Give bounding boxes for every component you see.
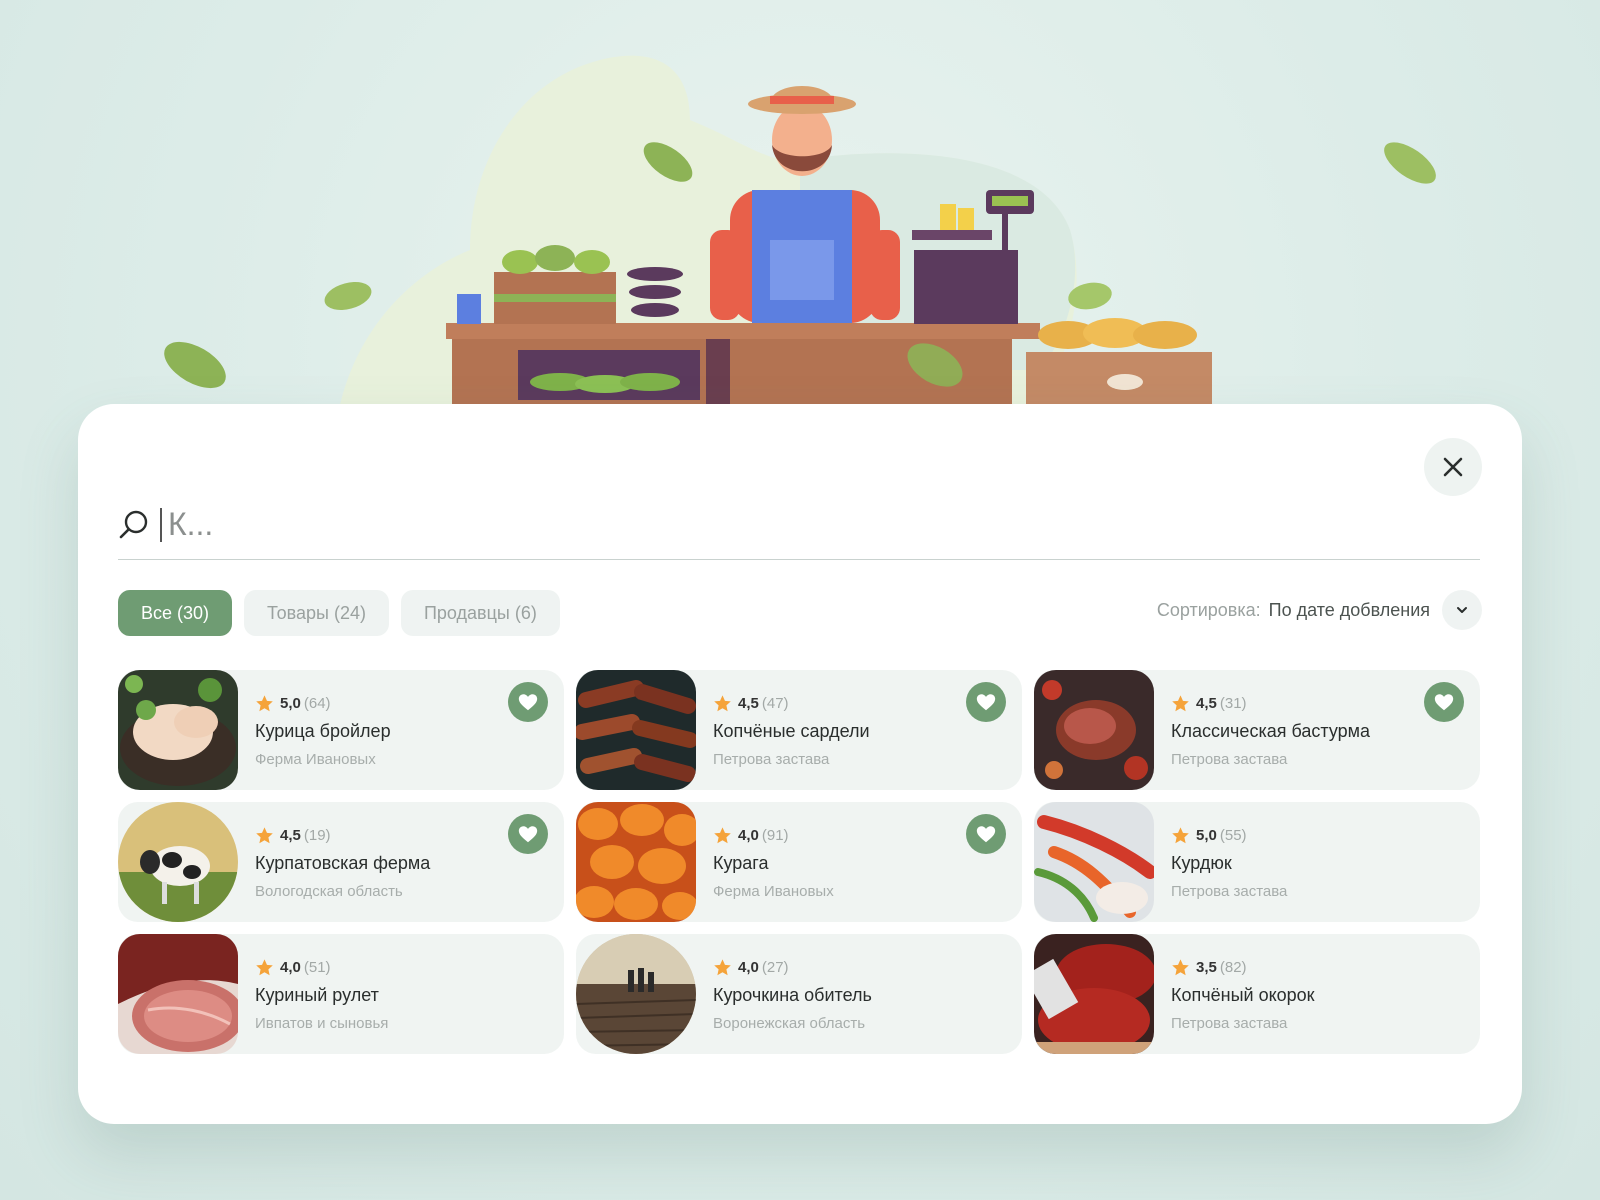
filter-tabs: Все (30) Товары (24) Продавцы (6) [118,590,560,636]
star-icon [256,694,273,711]
rating-count: (55) [1219,826,1247,844]
rating-score: 5,0 [1196,826,1217,844]
chevron-down-icon [1457,607,1467,613]
card-title: Курдюк [1171,853,1232,873]
favorite-button[interactable] [966,682,1006,722]
tab-products[interactable]: Товары (24) [244,590,389,636]
rating-score: 3,5 [1196,958,1217,976]
search-icon [119,510,148,538]
field-farmers-image [576,934,696,1054]
card-subtitle: Вологодская область [255,883,403,900]
star-icon [714,694,731,711]
sort-label: Сортировка: [1156,599,1261,620]
card-subtitle: Петрова застава [713,751,830,768]
card-title: Куриный рулет [255,985,379,1005]
market-seller-illustration [164,55,1436,410]
star-icon [256,958,273,975]
star-icon [714,826,731,843]
result-card[interactable]: 4,0 (51) Куриный рулет Ивпатов и сыновья [118,934,564,1054]
tab-sellers[interactable]: Продавцы (6) [400,590,560,636]
rating-score: 4,0 [280,958,301,976]
rating-score: 4,0 [738,826,759,844]
apricots-image [576,802,696,922]
ham-roll-image [118,934,238,1054]
heart-icon [1434,694,1454,711]
rating-count: (47) [761,694,789,712]
chicken-image [118,670,238,790]
favorite-button[interactable] [508,814,548,854]
rating-count: (27) [761,958,789,976]
cow-image [118,802,238,922]
result-card[interactable]: 4,0 (27) Курочкина обитель Воронежская о… [576,934,1022,1054]
text-cursor [160,507,162,542]
result-card[interactable]: 4,5 (47) Копчёные сардели Петрова застав… [576,670,1022,790]
card-title: Курочкина обитель [713,985,872,1005]
rating-score: 5,0 [280,694,301,712]
card-title: Копчёный окорок [1171,985,1315,1005]
peppers-fat-image [1034,802,1154,922]
raw-meat-image [1034,934,1154,1054]
card-subtitle: Петрова застава [1171,1015,1288,1032]
card-subtitle: Ферма Ивановых [255,751,376,768]
sort-dropdown-button[interactable] [1442,590,1482,630]
card-subtitle: Воронежская область [713,1015,866,1032]
search-modal: Все (30) Товары (24) Продавцы (6) Сортир… [78,404,1522,1124]
search-input[interactable] [168,506,1480,543]
rating-score: 4,5 [1196,694,1217,712]
basturma-image [1034,670,1154,790]
rating-count: (64) [303,694,331,712]
close-icon [1443,457,1463,477]
card-subtitle: Ивпатов и сыновья [255,1015,389,1032]
star-icon [256,826,273,843]
result-card[interactable]: 4,0 (91) Курага Ферма Ивановых [576,802,1022,922]
heart-icon [518,694,538,711]
sort-value[interactable]: По дате добвления [1269,600,1430,621]
favorite-button[interactable] [1424,682,1464,722]
card-subtitle: Петрова застава [1171,883,1288,900]
heart-icon [518,826,538,843]
favorite-button[interactable] [966,814,1006,854]
tab-all[interactable]: Все (30) [118,590,233,636]
rating-count: (82) [1219,958,1247,976]
heart-icon [976,694,996,711]
sort-control: Сортировка: По дате добвления [1157,590,1482,630]
result-card[interactable]: 4,5 (31) Классическая бастурма Петрова з… [1034,670,1480,790]
rating-count: (19) [303,826,331,844]
result-card[interactable]: 4,5 (19) Курпатовская ферма Вологодская … [118,802,564,922]
heart-icon [976,826,996,843]
star-icon [1172,958,1189,975]
result-card[interactable]: 3,5 (82) Копчёный окорок Петрова застава [1034,934,1480,1054]
card-title: Классическая бастурма [1171,721,1371,741]
favorite-button[interactable] [508,682,548,722]
star-icon [1172,694,1189,711]
rating-count: (51) [303,958,331,976]
rating-count: (91) [761,826,789,844]
rating-score: 4,0 [738,958,759,976]
rating-count: (31) [1219,694,1247,712]
star-icon [714,958,731,975]
sausages-image [576,670,696,790]
result-card[interactable]: 5,0 (64) Курица бройлер Ферма Ивановых [118,670,564,790]
rating-score: 4,5 [738,694,759,712]
close-button[interactable] [1424,438,1482,496]
result-card[interactable]: 5,0 (55) Курдюк Петрова застава [1034,802,1480,922]
rating-score: 4,5 [280,826,301,844]
card-subtitle: Петрова застава [1171,751,1288,768]
results-grid: 5,0 (64) Курица бройлер Ферма Ивановых 4… [118,670,1480,1054]
card-title: Копчёные сардели [713,721,870,741]
star-icon [1172,826,1189,843]
card-title: Курага [713,853,769,873]
card-subtitle: Ферма Ивановых [713,883,834,900]
card-title: Курица бройлер [255,721,391,741]
search-bar [118,490,1480,560]
card-title: Курпатовская ферма [255,853,431,873]
